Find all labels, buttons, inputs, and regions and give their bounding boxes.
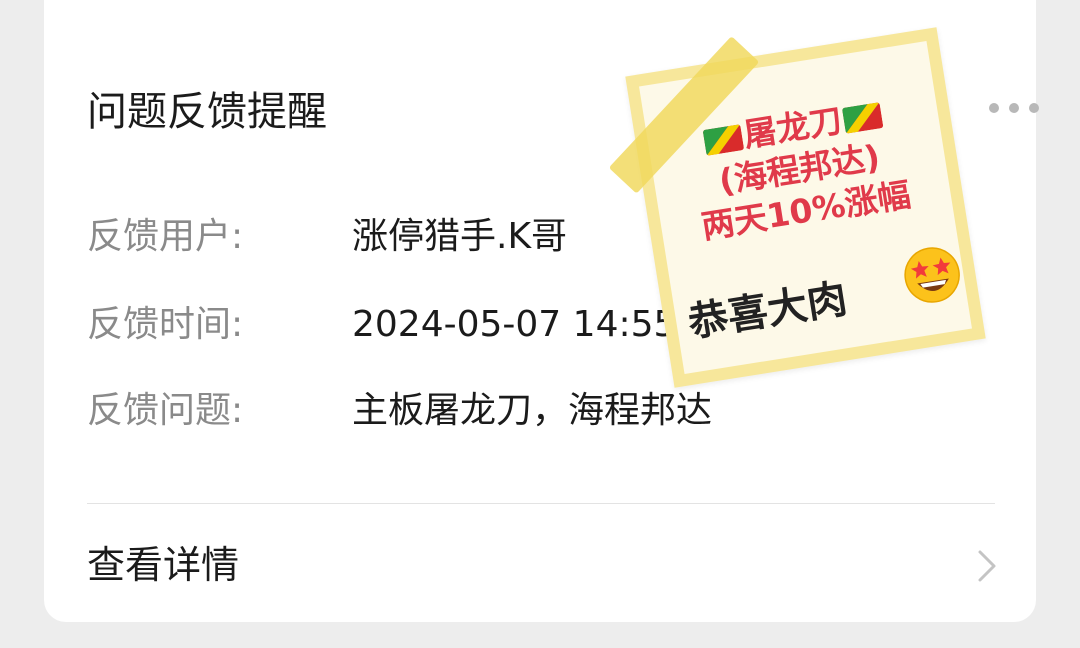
feedback-issue-value: 主板屠龙刀，海程邦达	[352, 390, 713, 431]
view-details-button[interactable]: 查看详情	[44, 504, 1036, 622]
feedback-issue-label: 反馈问题:	[87, 390, 244, 431]
feedback-user-value: 涨停猎手.K哥	[352, 216, 568, 257]
chevron-right-icon	[978, 550, 996, 582]
sticker-overlay: 屠龙刀 (海程邦达) 两天10%涨幅 恭喜大肉	[608, 27, 986, 388]
feedback-user-label: 反馈用户:	[87, 216, 244, 257]
more-options-icon[interactable]	[969, 98, 1039, 118]
star-struck-emoji-icon	[904, 247, 960, 303]
view-details-label: 查看详情	[87, 543, 240, 587]
congo-flag-icon	[702, 124, 745, 156]
feedback-time-label: 反馈时间:	[87, 304, 244, 345]
card-title: 问题反馈提醒	[87, 89, 327, 135]
feedback-issue-row: 反馈问题: 主板屠龙刀，海程邦达	[87, 386, 987, 436]
congo-flag-icon	[841, 102, 884, 134]
